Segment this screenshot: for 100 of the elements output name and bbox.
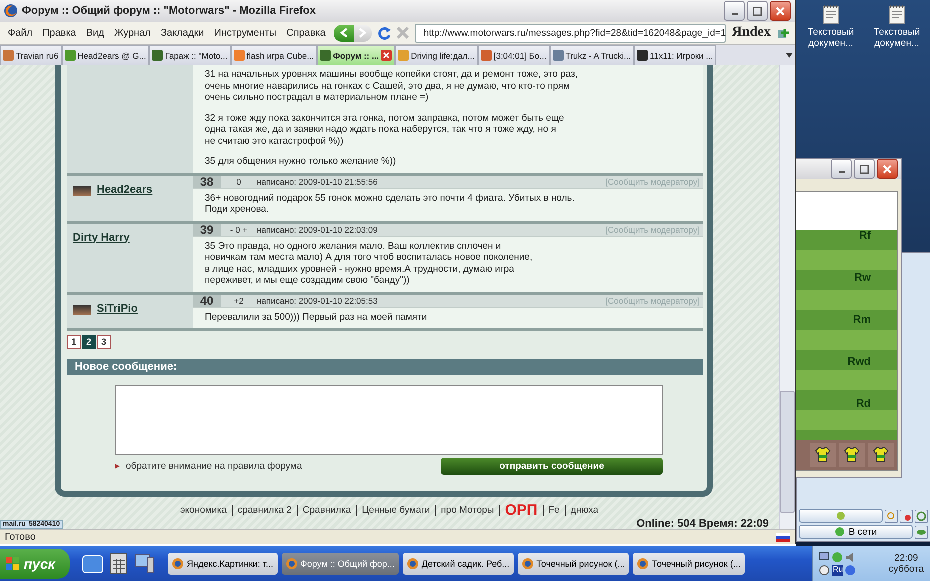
position-label: Rf bbox=[859, 230, 871, 242]
post-text: 35 Это правда, но одного желания мало. Ваш коллектив сплочен и новичкам там места мало) А для того чтоб воспиталась новое поколение, в лице нас, младших уровней - нужно время.А трудности, думаю игра переживет, и мы еще создадим свою "банду")) bbox=[205, 240, 534, 286]
browser-tab[interactable]: Trukz - A Trucki... bbox=[550, 45, 634, 65]
minimize-button[interactable] bbox=[724, 1, 745, 21]
close-icon[interactable] bbox=[381, 50, 392, 61]
favicon-icon bbox=[152, 50, 164, 61]
page-link[interactable]: 1 bbox=[67, 335, 81, 349]
shirt-icon[interactable] bbox=[815, 447, 831, 463]
browser-tab[interactable]: 11x11: Игроки ... bbox=[634, 45, 716, 65]
page-link[interactable]: 2 bbox=[82, 335, 96, 349]
taskbar-button[interactable]: Точечный рисунок (... bbox=[518, 552, 630, 574]
taskbar-button[interactable]: Детский садик. Реб... bbox=[402, 552, 514, 574]
footer-link[interactable]: про Моторы bbox=[435, 505, 500, 516]
start-button[interactable]: пуск bbox=[0, 548, 70, 578]
author-link[interactable]: SiTriPio bbox=[97, 302, 138, 314]
menu-item[interactable]: Журнал bbox=[112, 28, 153, 38]
eye-icon[interactable] bbox=[915, 526, 928, 538]
post-text: 36+ новогодний подарок 55 гонок можно сделать это почти 4 фиата. Убитых в ноль. Поди хренова. bbox=[205, 192, 576, 216]
close-button[interactable] bbox=[770, 1, 791, 21]
flag-icon bbox=[776, 532, 790, 542]
menu-item[interactable]: Файл bbox=[6, 28, 35, 38]
menu-item[interactable]: Вид bbox=[84, 28, 106, 38]
footer-link[interactable]: Сравнилка bbox=[296, 505, 356, 516]
search-engine-logo[interactable]: Яndex bbox=[732, 25, 771, 41]
shirt-icon[interactable] bbox=[873, 447, 889, 463]
window-title: Форум :: Общий форум :: "Motorwars" - Mozilla Firefox bbox=[22, 5, 316, 17]
message-field[interactable] bbox=[115, 385, 663, 455]
post-rating: 0 bbox=[236, 176, 242, 186]
maximize-button[interactable] bbox=[747, 1, 768, 21]
post-text: 35 для общения нужно только желание %)) bbox=[205, 156, 398, 168]
browser-icon bbox=[522, 558, 534, 570]
browser-tab[interactable]: [3:04:01] Бо... bbox=[478, 45, 550, 65]
send-button[interactable]: отправить сообщение bbox=[441, 458, 663, 475]
browser-tab[interactable]: Head2ears @ G... bbox=[62, 45, 150, 65]
browser-icon bbox=[172, 558, 184, 570]
taskbar-button[interactable]: Точечный рисунок (... bbox=[633, 552, 745, 574]
section-header: Новое сообщение: bbox=[67, 359, 703, 375]
shirt-icon[interactable] bbox=[844, 447, 860, 463]
post-text: 32 я тоже жду пока закончится эта гонка, потом заправка, потом может быть еще одна такая же, да и заявки надо ждать пока наберутся, так что я тоже жду, но я не считаю это катастрофой %)) bbox=[205, 112, 566, 147]
footer-link[interactable]: Fe bbox=[542, 505, 565, 516]
taskbar-button[interactable]: Форум :: Общий фор... bbox=[282, 552, 399, 574]
menu-item[interactable]: Справка bbox=[284, 28, 328, 38]
browser-tab[interactable]: Driving life:дал... bbox=[395, 45, 478, 65]
desktop-icon-label[interactable]: Текстовый докумен... bbox=[802, 27, 860, 49]
menu-button[interactable] bbox=[799, 509, 883, 523]
footer-link[interactable]: днюха bbox=[564, 505, 604, 516]
add-icon[interactable] bbox=[777, 27, 789, 39]
maximize-button[interactable] bbox=[854, 159, 875, 179]
network-icon[interactable] bbox=[819, 552, 830, 562]
post-text: 31 на начальных уровнях машины вообще копейки стоят, да и ремонт тоже, это раз, очень многие наварились на гонках с Сашей, это два, я не думаю, что кто-то прям очень сильно пострадал в материальном плане =) bbox=[205, 69, 579, 104]
online-status: Online: 504 Время: 22:09 bbox=[636, 518, 769, 529]
author-link[interactable]: Dirty Harry bbox=[73, 232, 130, 244]
clock-day: суббота bbox=[888, 564, 924, 574]
author-link[interactable]: Head2ears bbox=[97, 184, 153, 196]
forward-button[interactable] bbox=[354, 24, 372, 42]
status-button[interactable]: В сети bbox=[799, 525, 913, 539]
post-date: написано: 2009-01-10 22:03:09 bbox=[257, 224, 378, 234]
browser-tab[interactable]: Гараж :: "Moto... bbox=[149, 45, 231, 65]
rules-link[interactable]: обратите внимание на правила форума bbox=[115, 461, 302, 472]
position-label: Rwd bbox=[848, 356, 871, 368]
close-button[interactable] bbox=[877, 159, 898, 179]
browser-tab[interactable]: flash игра Cube... bbox=[230, 45, 318, 65]
back-button[interactable] bbox=[334, 24, 354, 42]
document-icon[interactable] bbox=[889, 4, 905, 24]
post-number: 39 bbox=[193, 224, 221, 236]
browser-tab[interactable]: Travian ru6 bbox=[0, 45, 62, 65]
minimize-button[interactable] bbox=[831, 159, 852, 179]
browser-logo-icon bbox=[4, 4, 18, 18]
speaker-icon[interactable] bbox=[845, 552, 856, 562]
document-icon[interactable] bbox=[823, 4, 839, 24]
menu-item[interactable]: Инструменты bbox=[212, 28, 279, 38]
calculator-icon[interactable] bbox=[108, 552, 130, 574]
position-label: Rw bbox=[854, 272, 871, 284]
maximize-icon bbox=[753, 6, 762, 16]
reload-icon[interactable] bbox=[378, 26, 391, 40]
footer-link[interactable]: Ценные бумаги bbox=[356, 505, 436, 516]
footer-link[interactable]: ОРП bbox=[499, 505, 543, 516]
post-text: Перевалили за 500))) Первый раз на моей памяти bbox=[205, 312, 428, 323]
browser-icon bbox=[637, 558, 650, 570]
favicon-icon bbox=[552, 50, 564, 61]
browser-tab[interactable]: Форум :: ... bbox=[317, 45, 396, 65]
taskbar-button[interactable]: Яндекс.Картинки: т... bbox=[168, 552, 278, 574]
desktop-icon-label[interactable]: Текстовый докумен... bbox=[868, 27, 926, 49]
window-icon[interactable] bbox=[82, 552, 104, 574]
post-date: написано: 2009-01-10 22:05:53 bbox=[257, 296, 378, 306]
computer-icon[interactable] bbox=[134, 552, 156, 574]
menu-item[interactable]: Закладки bbox=[158, 28, 206, 38]
page-link[interactable]: 3 bbox=[97, 335, 111, 349]
footer-link[interactable]: экономика bbox=[175, 505, 232, 516]
favicon-icon bbox=[234, 50, 245, 61]
position-label: Rd bbox=[856, 398, 871, 410]
language-indicator[interactable]: Ru bbox=[832, 564, 843, 576]
post-rating: - 0 + bbox=[229, 224, 249, 234]
scrollbar[interactable] bbox=[779, 65, 795, 529]
menu-item[interactable]: Правка bbox=[40, 28, 78, 38]
address-field[interactable]: http://www.motorwars.ru/messages.php?fid=28&tid=162048&page_id=1 bbox=[414, 24, 726, 42]
favicon-icon bbox=[637, 50, 648, 61]
post-date: написано: 2009-01-10 21:55:56 bbox=[257, 176, 378, 186]
post-rating: +2 bbox=[233, 296, 245, 306]
footer-link[interactable]: сравнилка 2 bbox=[232, 505, 297, 516]
